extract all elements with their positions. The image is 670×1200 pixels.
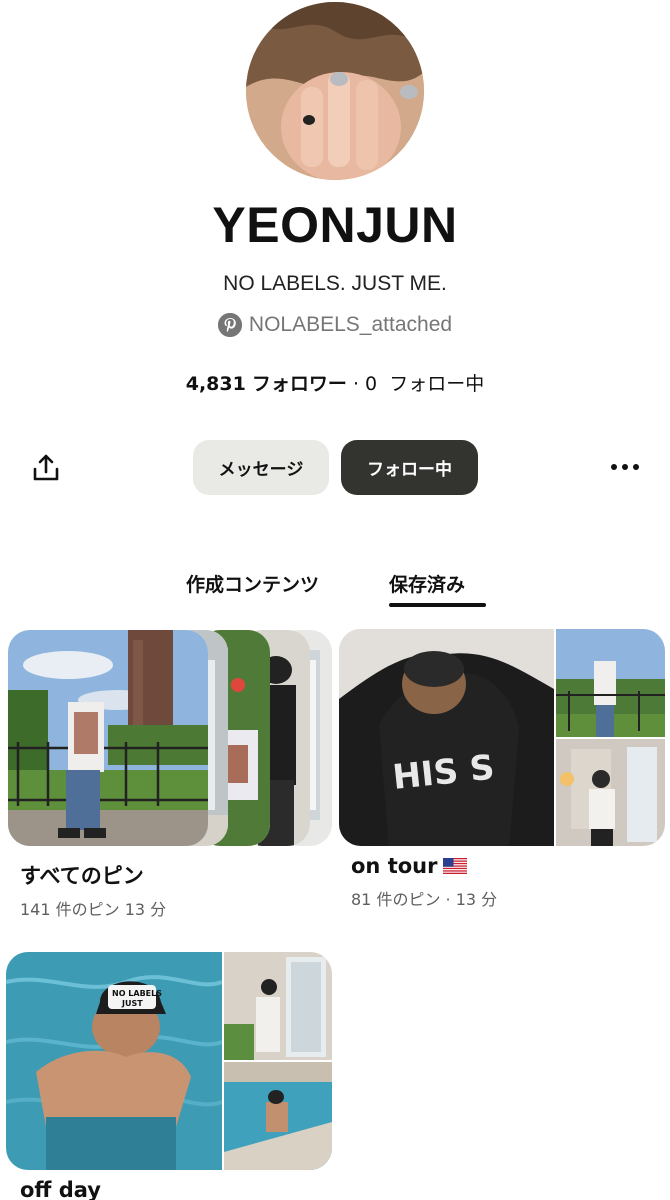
board-on-tour-meta: 81 件のピン · 13 分 (351, 890, 498, 909)
board-on-tour[interactable]: HIS S (339, 629, 665, 846)
board-off-day[interactable]: NO LABELS JUST (6, 952, 332, 1170)
svg-text:JUST: JUST (121, 999, 143, 1008)
following-label[interactable]: フォロー中 (389, 373, 484, 395)
tab-created[interactable]: 作成コンテンツ (186, 570, 319, 597)
tab-saved[interactable]: 保存済み (389, 570, 465, 597)
board-all-pins-cover (8, 630, 332, 846)
us-flag-icon (443, 855, 468, 874)
profile-name: YEONJUN (212, 197, 458, 253)
profile-handle-row: NOLABELS_attached (0, 313, 670, 337)
more-icon (611, 464, 617, 470)
board-all-pins[interactable] (8, 630, 332, 846)
svg-text:NO LABELS: NO LABELS (112, 989, 162, 998)
board-off-day-cover: NO LABELS JUST (6, 952, 332, 1170)
board-all-pins-title[interactable]: すべてのピン (20, 860, 144, 890)
board-off-day-title[interactable]: off day (20, 1178, 101, 1200)
active-tab-indicator (389, 603, 486, 607)
more-icon-dot (622, 464, 628, 470)
board-on-tour-cover: HIS S (339, 629, 665, 846)
message-button[interactable]: メッセージ (193, 440, 329, 495)
profile-handle[interactable]: NOLABELS_attached (249, 313, 452, 337)
profile-bio: NO LABELS. JUST ME. (223, 272, 447, 295)
share-icon (33, 454, 59, 481)
board-on-tour-title-text: on tour (351, 854, 438, 878)
profile-avatar[interactable] (246, 2, 424, 180)
follow-button[interactable]: フォロー中 (341, 440, 478, 495)
share-button[interactable] (26, 448, 66, 488)
more-options-button[interactable] (602, 450, 648, 484)
followers-count[interactable]: 4,831 (186, 373, 246, 395)
follow-stats: 4,831 フォロワー · 0 フォロー中 (0, 369, 670, 396)
pinterest-logo-icon (217, 313, 242, 337)
board-on-tour-title[interactable]: on tour (351, 854, 468, 878)
stats-separator: · (352, 373, 359, 395)
followers-label[interactable]: フォロワー (252, 373, 347, 395)
board-all-pins-meta: 141 件のピン 13 分 (20, 900, 167, 919)
following-count[interactable]: 0 (365, 373, 377, 395)
more-icon-dot (633, 464, 639, 470)
